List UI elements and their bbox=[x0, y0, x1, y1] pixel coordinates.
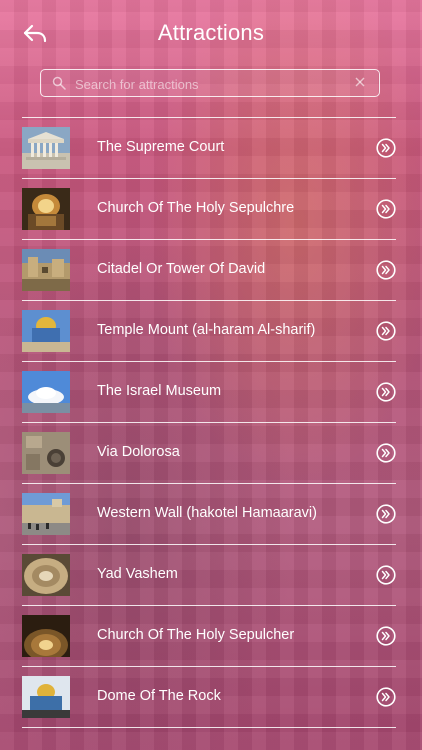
list-item[interactable]: Dome Of The Rock bbox=[22, 666, 396, 728]
chevron-right-circle-icon[interactable] bbox=[376, 687, 396, 707]
attraction-label: Church Of The Holy Sepulcher bbox=[97, 627, 295, 643]
search-icon bbox=[52, 76, 66, 90]
israel-museum-thumbnail bbox=[22, 371, 70, 413]
search-input[interactable] bbox=[73, 73, 347, 95]
chevron-right-circle-icon[interactable] bbox=[376, 199, 396, 219]
list-item[interactable]: Citadel Or Tower Of David bbox=[22, 239, 396, 300]
chevron-right-circle-icon[interactable] bbox=[376, 626, 396, 646]
list-item[interactable]: Yad Vashem bbox=[22, 544, 396, 605]
attraction-label: Church Of The Holy Sepulchre bbox=[97, 200, 295, 216]
supreme-court-thumbnail bbox=[22, 127, 70, 169]
search-bar[interactable] bbox=[40, 69, 380, 97]
attraction-label: Western Wall (hakotel Hamaaravi) bbox=[97, 505, 317, 521]
list-item[interactable]: Church Of The Holy Sepulchre bbox=[22, 178, 396, 239]
attraction-label: Via Dolorosa bbox=[97, 444, 180, 460]
holy-sepulchre-thumbnail bbox=[22, 188, 70, 230]
attraction-label: The Supreme Court bbox=[97, 139, 225, 155]
list-item[interactable]: Western Wall (hakotel Hamaaravi) bbox=[22, 483, 396, 544]
chevron-right-circle-icon[interactable] bbox=[376, 504, 396, 524]
attraction-label: Temple Mount (al-haram Al-sharif) bbox=[97, 322, 316, 338]
dome-of-the-rock-thumbnail bbox=[22, 676, 70, 718]
attraction-label: The Israel Museum bbox=[97, 383, 222, 399]
attractions-list: The Supreme Court Church Of The Holy Sep… bbox=[22, 117, 396, 728]
citadel-thumbnail bbox=[22, 249, 70, 291]
chevron-right-circle-icon[interactable] bbox=[376, 565, 396, 585]
list-item[interactable]: Via Dolorosa bbox=[22, 422, 396, 483]
temple-mount-thumbnail bbox=[22, 310, 70, 352]
clear-icon[interactable] bbox=[353, 75, 367, 89]
holy-sepulcher-dome-thumbnail bbox=[22, 615, 70, 657]
via-dolorosa-thumbnail bbox=[22, 432, 70, 474]
list-item[interactable]: The Supreme Court bbox=[22, 117, 396, 178]
chevron-right-circle-icon[interactable] bbox=[376, 260, 396, 280]
chevron-right-circle-icon[interactable] bbox=[376, 138, 396, 158]
yad-vashem-thumbnail bbox=[22, 554, 70, 596]
header: Attractions bbox=[0, 0, 422, 66]
list-item[interactable]: Church Of The Holy Sepulcher bbox=[22, 605, 396, 666]
list-item[interactable]: Temple Mount (al-haram Al-sharif) bbox=[22, 300, 396, 361]
chevron-right-circle-icon[interactable] bbox=[376, 382, 396, 402]
list-item[interactable]: The Israel Museum bbox=[22, 361, 396, 422]
chevron-right-circle-icon[interactable] bbox=[376, 443, 396, 463]
attraction-label: Dome Of The Rock bbox=[97, 688, 221, 704]
chevron-right-circle-icon[interactable] bbox=[376, 321, 396, 341]
page-title: Attractions bbox=[157, 20, 265, 45]
attraction-label: Yad Vashem bbox=[97, 566, 178, 582]
attraction-label: Citadel Or Tower Of David bbox=[97, 261, 266, 277]
western-wall-thumbnail bbox=[22, 493, 70, 535]
